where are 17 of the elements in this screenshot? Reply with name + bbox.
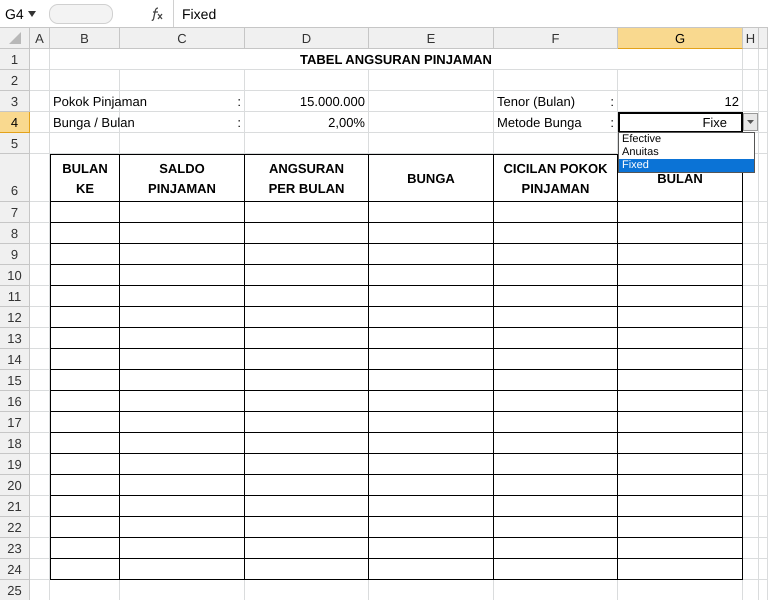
field-label: Bunga / Bulan bbox=[53, 114, 135, 130]
field-value: 2,00% bbox=[328, 114, 365, 130]
field-value: 15.000.000 bbox=[300, 94, 365, 108]
field-label: Pokok Pinjaman bbox=[53, 94, 147, 108]
colon: : bbox=[610, 94, 615, 108]
field-value: 12 bbox=[724, 94, 739, 108]
field-label: Metode Bunga bbox=[497, 114, 582, 130]
table-header-cell: BUNGA bbox=[369, 154, 494, 202]
table-header-cell: ANGSURAN PER BULAN bbox=[245, 154, 369, 202]
sheet-title: TABEL ANGSURAN PINJAMAN bbox=[300, 52, 492, 66]
table-header-cell: SALDO PINJAMAN bbox=[120, 154, 245, 202]
table-header-cell: BULAN KE bbox=[50, 154, 120, 202]
colon: : bbox=[237, 94, 241, 108]
colon: : bbox=[610, 114, 615, 130]
field-label: Tenor (Bulan) bbox=[497, 94, 576, 108]
table-header-cell: CICILAN POKOK PINJAMAN bbox=[494, 154, 618, 202]
colon: : bbox=[237, 114, 241, 130]
